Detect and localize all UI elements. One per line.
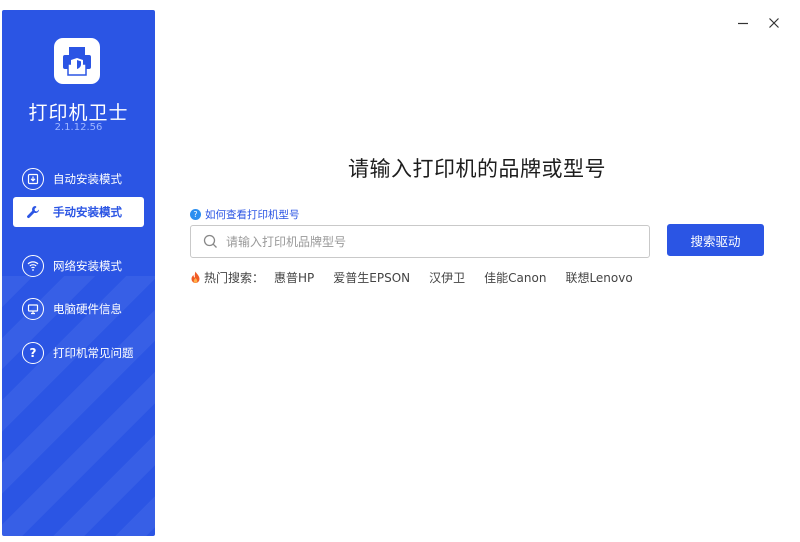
hot-search-canon[interactable]: 佳能Canon — [484, 269, 546, 286]
search-input[interactable] — [226, 226, 649, 257]
sidebar-item-label: 手动安装模式 — [53, 205, 122, 219]
minimize-button[interactable] — [734, 14, 752, 32]
search-icon — [203, 234, 218, 249]
hot-search-epson[interactable]: 爱普生EPSON — [333, 269, 410, 286]
hot-searches: 热门搜索： 惠普HP 爱普生EPSON 汉伊卫 佳能Canon 联想Lenovo — [190, 269, 652, 286]
sidebar-item-hardware-info[interactable]: 电脑硬件信息 — [13, 294, 144, 324]
app-version: 2.1.12.56 — [54, 122, 103, 133]
network-icon — [22, 255, 44, 277]
question-icon: ? — [22, 342, 44, 364]
sidebar-item-faq[interactable]: ? 打印机常见问题 — [13, 338, 144, 368]
sidebar-item-label: 电脑硬件信息 — [53, 302, 122, 316]
help-link-label: 如何查看打印机型号 — [205, 209, 300, 221]
search-box — [190, 225, 650, 258]
hot-search-hp[interactable]: 惠普HP — [274, 269, 314, 286]
printer-shield-icon — [63, 47, 91, 76]
hot-search-lenovo[interactable]: 联想Lenovo — [565, 269, 632, 286]
sidebar-item-label: 自动安装模式 — [53, 172, 122, 186]
close-button[interactable] — [765, 14, 783, 32]
sidebar: 打印机卫士 2.1.12.56 自动安装模式 手动安装模式 网络安装模式 电脑硬… — [2, 10, 155, 536]
wrench-icon — [22, 201, 44, 223]
hot-search-label: 热门搜索： — [204, 271, 265, 285]
flame-icon — [190, 271, 201, 284]
app-title: 打印机卫士 — [28, 102, 129, 124]
sidebar-item-label: 打印机常见问题 — [53, 346, 134, 360]
help-link[interactable]: ? 如何查看打印机型号 — [190, 207, 300, 222]
close-icon — [769, 18, 779, 28]
page-title: 请输入打印机的品牌或型号 — [348, 157, 606, 181]
search-button[interactable]: 搜索驱动 — [667, 224, 764, 256]
app-logo — [54, 38, 100, 84]
sidebar-item-label: 网络安装模式 — [53, 259, 122, 273]
hot-search-hanyiwei[interactable]: 汉伊卫 — [429, 269, 465, 286]
sidebar-item-network-install[interactable]: 网络安装模式 — [13, 251, 144, 281]
monitor-icon — [22, 298, 44, 320]
help-icon: ? — [190, 209, 201, 220]
minimize-icon — [738, 22, 748, 25]
sidebar-item-auto-install[interactable]: 自动安装模式 — [13, 164, 144, 194]
sidebar-item-manual-install[interactable]: 手动安装模式 — [13, 197, 144, 227]
download-icon — [22, 168, 44, 190]
